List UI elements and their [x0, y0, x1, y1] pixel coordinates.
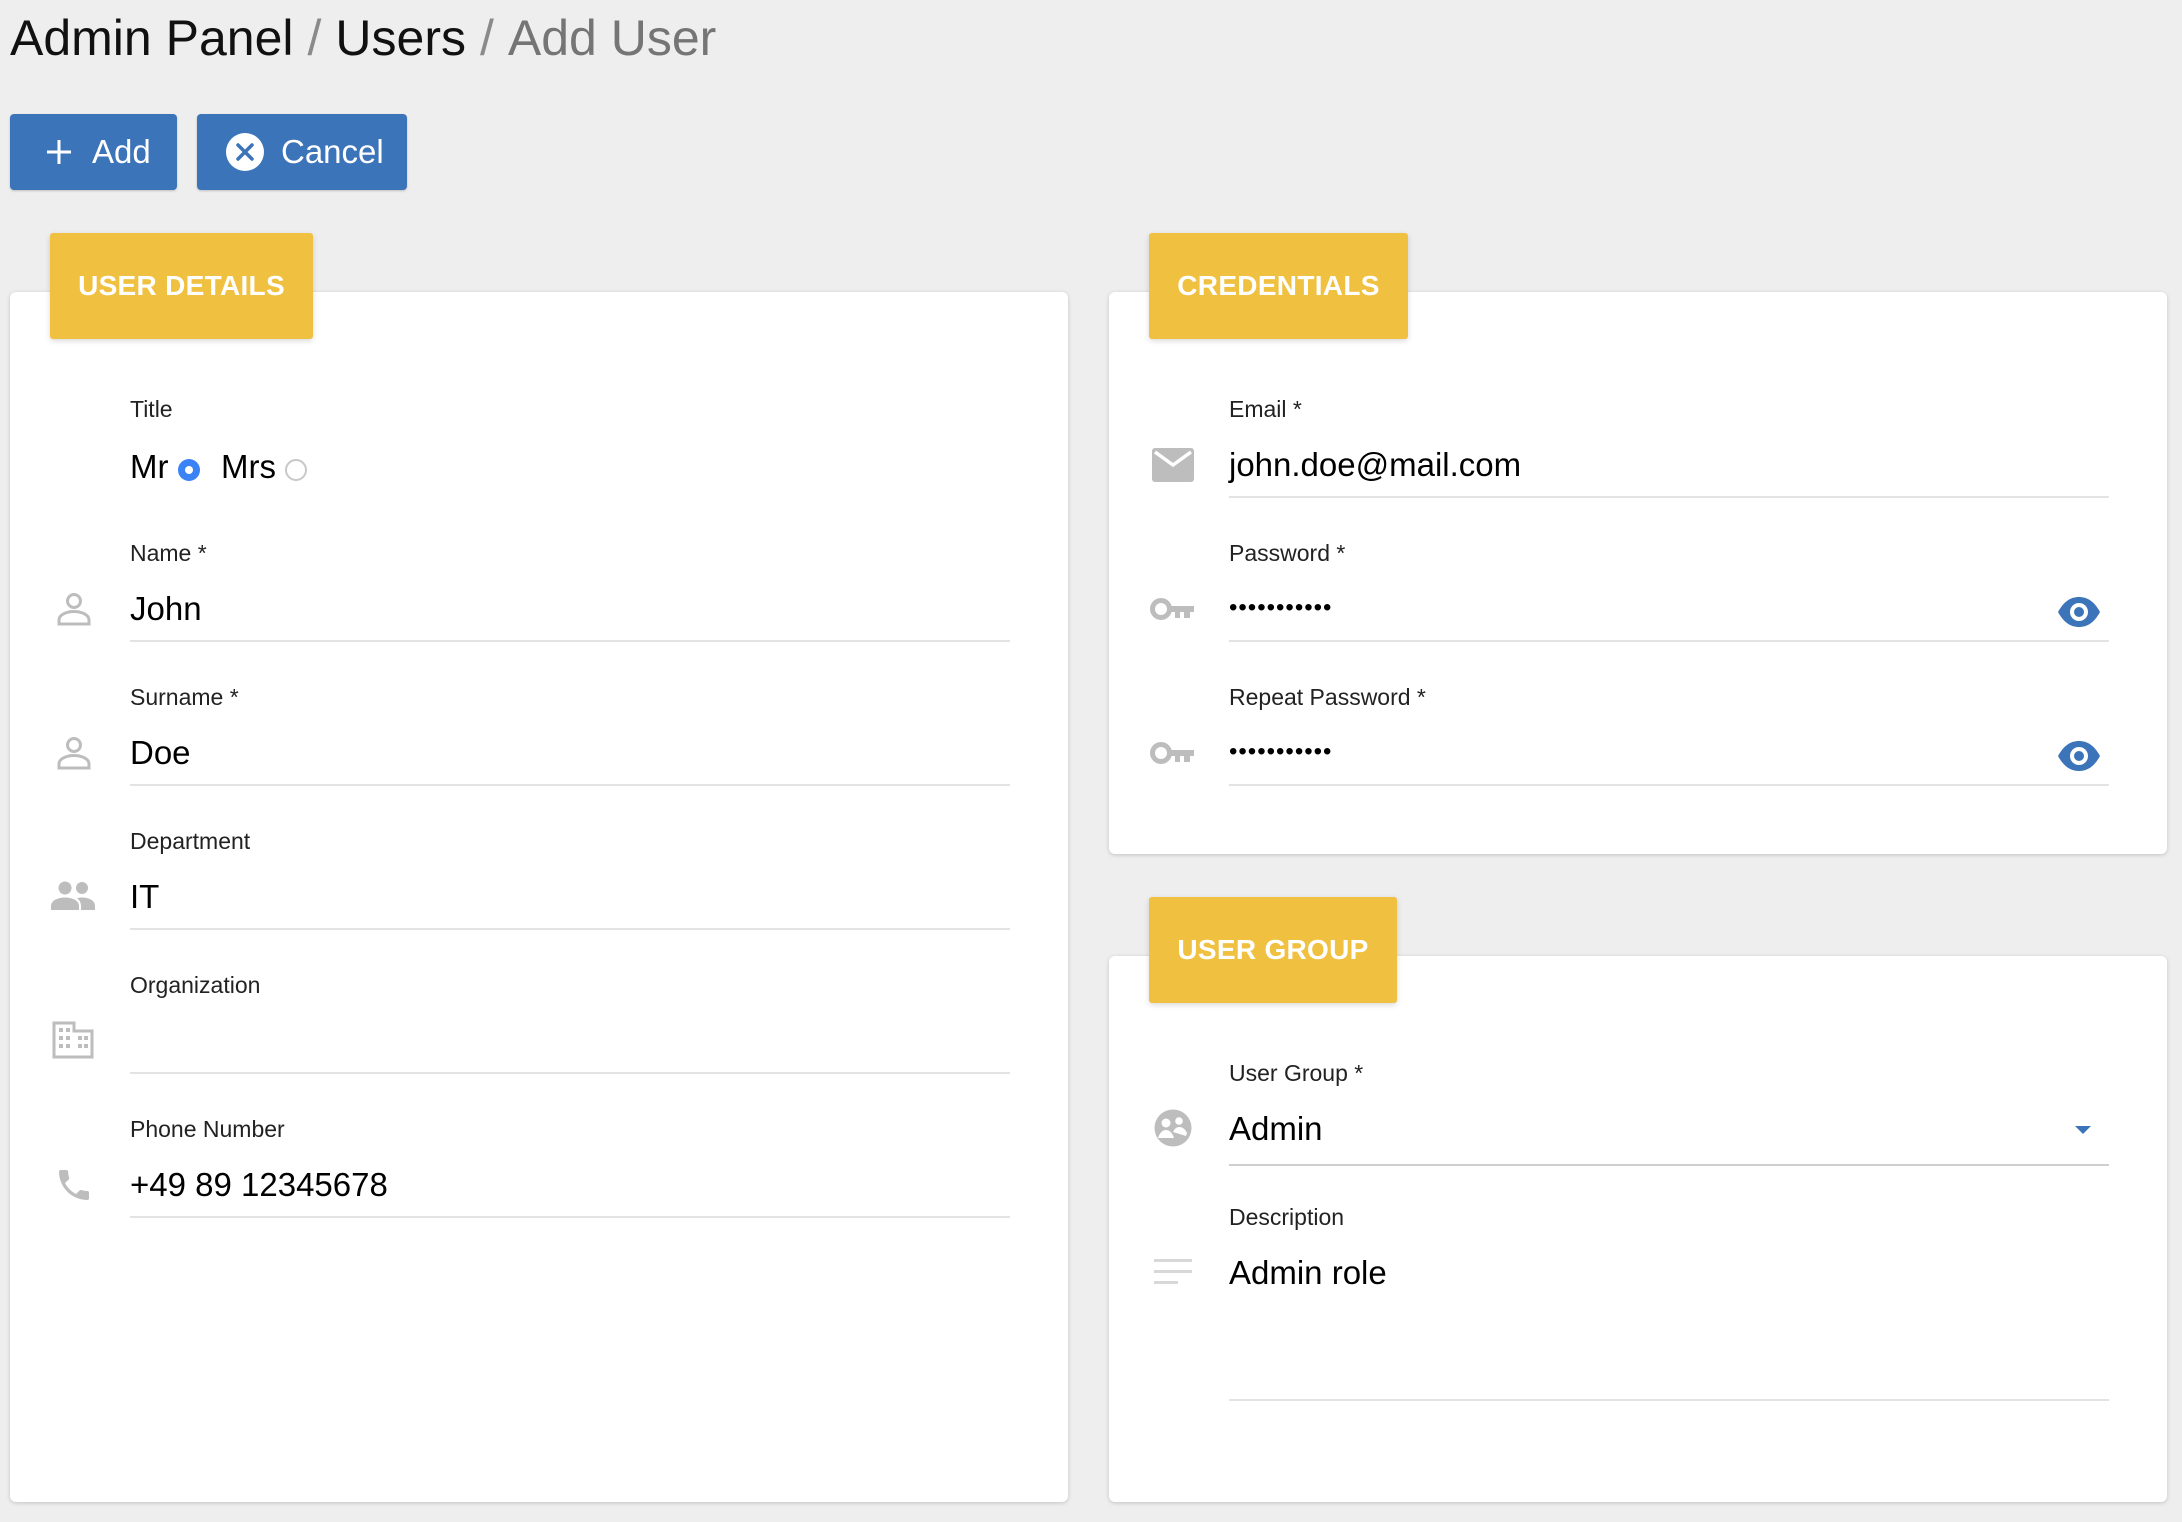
repeat-password-underline [1229, 784, 2109, 786]
breadcrumb-admin-panel[interactable]: Admin Panel [10, 10, 294, 66]
person-icon [56, 591, 92, 627]
password-underline [1229, 640, 2109, 642]
cancel-circle-icon [225, 132, 265, 172]
dropdown-arrow-icon[interactable] [2074, 1125, 2092, 1135]
title-radio-mrs[interactable] [285, 459, 307, 481]
title-radio-mr[interactable] [178, 459, 200, 481]
breadcrumb: Admin Panel / Users / Add User [10, 6, 716, 70]
phone-icon [54, 1165, 94, 1205]
credentials-header: CREDENTIALS [1149, 233, 1408, 339]
organization-label: Organization [130, 972, 261, 998]
title-option-mr-label: Mr [130, 448, 169, 485]
mail-icon [1152, 448, 1194, 482]
user-group-label: User Group * [1229, 1060, 1364, 1086]
title-option-mrs-label: Mrs [221, 448, 276, 485]
email-underline [1229, 496, 2109, 498]
phone-underline [130, 1216, 1010, 1218]
plus-icon [44, 137, 74, 167]
group-face-icon [1153, 1108, 1193, 1148]
breadcrumb-separator: / [307, 10, 322, 66]
cancel-button-label: Cancel [281, 133, 384, 170]
user-group-header: USER GROUP [1149, 897, 1397, 1003]
department-underline [130, 928, 1010, 930]
department-label: Department [130, 828, 251, 854]
breadcrumb-add-user: Add User [507, 10, 717, 66]
user-details-card [10, 292, 1068, 1502]
building-icon [52, 1021, 94, 1059]
add-button[interactable]: Add [10, 114, 177, 190]
surname-underline [130, 784, 1010, 786]
organization-underline [130, 1072, 1010, 1074]
description-underline [1229, 1399, 2109, 1401]
repeat-password-label: Repeat Password * [1229, 684, 1426, 710]
user-details-header: USER DETAILS [50, 233, 313, 339]
add-button-label: Add [92, 133, 151, 170]
description-input[interactable]: Admin role [1229, 1254, 1387, 1292]
breadcrumb-users[interactable]: Users [335, 10, 466, 66]
department-input[interactable]: IT [130, 878, 159, 916]
cancel-button[interactable]: Cancel [197, 114, 407, 190]
email-label: Email * [1229, 396, 1302, 422]
eye-icon[interactable] [2056, 596, 2102, 628]
description-label: Description [1229, 1204, 1345, 1230]
password-label: Password * [1229, 540, 1346, 566]
name-underline [130, 640, 1010, 642]
eye-icon[interactable] [2056, 740, 2102, 772]
user-group-select[interactable]: Admin [1229, 1110, 1323, 1148]
notes-icon [1154, 1259, 1194, 1285]
phone-label: Phone Number [130, 1116, 285, 1142]
phone-input[interactable]: +49 89 12345678 [130, 1166, 388, 1204]
credentials-card [1109, 292, 2167, 854]
user-group-underline [1229, 1164, 2109, 1166]
group-icon [50, 880, 96, 912]
name-input[interactable]: John [130, 590, 202, 628]
key-icon [1150, 595, 1196, 623]
repeat-password-input[interactable]: ••••••••••• [1229, 738, 1332, 766]
password-input[interactable]: ••••••••••• [1229, 594, 1332, 622]
person-icon [56, 735, 92, 771]
key-icon [1150, 739, 1196, 767]
email-input[interactable]: john.doe@mail.com [1229, 446, 1521, 484]
surname-input[interactable]: Doe [130, 734, 191, 772]
breadcrumb-separator: / [479, 10, 494, 66]
name-label: Name * [130, 540, 207, 566]
title-label: Title [130, 396, 173, 422]
surname-label: Surname * [130, 684, 239, 710]
